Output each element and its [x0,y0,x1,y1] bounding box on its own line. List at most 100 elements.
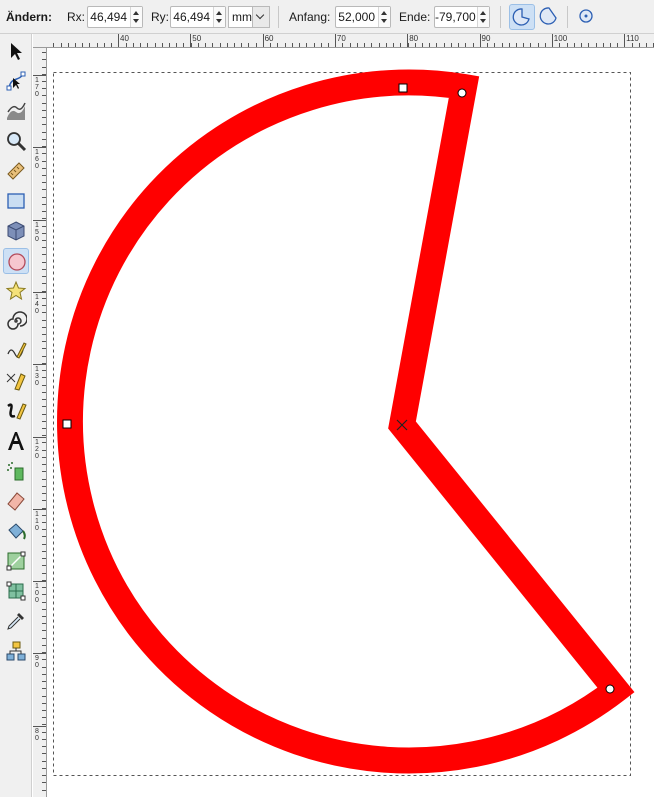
ruler-minor-tick [42,80,46,82]
ruler-minor-tick [42,95,46,97]
ruler-minor-tick [42,174,46,176]
ruler-minor-tick [60,43,62,47]
ruler-minor-tick [523,43,525,47]
mesh-tool[interactable] [3,578,29,604]
ry-handle[interactable] [398,83,408,93]
eraser-tool[interactable] [3,488,29,514]
separator [278,6,279,28]
arc-button[interactable] [537,4,563,30]
start-handle[interactable] [457,88,467,98]
ruler-minor-tick [487,43,488,47]
tweak-tool[interactable] [3,98,29,124]
vertical-ruler[interactable]: 170 160 150 140 130 120 110 100 90 80 [33,48,47,797]
ellipse-tool[interactable] [3,248,29,274]
ruler-minor-tick [42,391,46,393]
pencil-tool[interactable] [3,338,29,364]
start-value[interactable]: 52,000 [336,10,378,24]
paint-bucket-tool[interactable] [3,518,29,544]
ry-spinbox[interactable]: 46,494 [170,6,226,28]
slice-button[interactable] [509,4,535,30]
ruler-minor-tick [414,43,416,47]
ruler-minor-tick [42,493,46,494]
3d-box-tool[interactable] [3,218,29,244]
end-stepper[interactable] [477,7,489,27]
ruler-minor-tick [544,43,546,47]
ruler-minor-tick [516,43,517,47]
ruler-minor-tick [42,428,46,429]
spiral-tool[interactable] [3,308,29,334]
ruler-minor-tick [429,43,431,47]
ruler-minor-tick [42,724,46,726]
ruler-minor-tick [176,43,178,47]
dropper-tool[interactable] [3,608,29,634]
paint-bucket-tool-icon [8,523,26,540]
ruler-minor-tick [42,312,46,314]
ruler-minor-tick [42,536,46,538]
gradient-tool-icon [6,551,26,571]
unit-select[interactable]: mm [228,6,270,28]
ry-stepper[interactable] [213,7,225,27]
star-tool[interactable] [3,278,29,304]
rx-spinbox[interactable]: 46,494 [87,6,143,28]
3d-box-tool-icon [7,221,25,241]
ruler-label: 50 [192,34,202,43]
spiral-tool-icon [7,311,27,330]
ruler-major-tick [33,147,46,149]
ruler-minor-tick [42,666,46,668]
ruler-minor-tick [501,43,503,47]
text-tool[interactable] [3,428,29,454]
ruler-label: 170 [35,77,39,98]
ruler-major-tick [33,725,46,727]
ruler-minor-tick [42,644,46,646]
ruler-minor-tick [42,485,46,487]
measure-tool[interactable] [3,158,29,184]
connector-tool-icon [6,641,26,661]
ruler-minor-tick [42,753,46,755]
gradient-tool[interactable] [3,548,29,574]
ruler-label: 90 [481,34,491,43]
end-value[interactable]: -79,700 [435,10,477,24]
pie-slice-shape[interactable] [57,69,635,774]
ruler-minor-tick [42,652,46,654]
page-border [53,72,631,776]
connector-tool[interactable] [3,638,29,664]
calligraphy-tool[interactable] [3,398,29,424]
ruler-minor-tick [566,43,568,47]
rx-label: Rx: [67,10,85,24]
start-spinbox[interactable]: 52,000 [335,6,391,28]
ruler-minor-tick [393,43,394,47]
measure-tool-icon [7,162,25,180]
ruler-minor-tick [617,43,619,47]
selector-tool[interactable] [3,38,29,64]
rectangle-tool[interactable] [3,188,29,214]
node-tool[interactable] [3,68,29,94]
ruler-label: 80 [35,727,39,742]
ruler-minor-tick [42,218,46,220]
ruler-minor-tick [364,43,366,47]
spray-tool[interactable] [3,458,29,484]
ruler-minor-tick [313,43,315,47]
ruler-minor-tick [42,637,46,639]
ruler-minor-tick [42,587,46,588]
ry-value[interactable]: 46,494 [171,10,213,24]
start-stepper[interactable] [378,7,390,27]
tool-controls-bar: Ändern: Rx: 46,494 Ry: 46,494 mm Anfang:… [0,0,654,34]
pen-tool[interactable] [3,368,29,394]
rx-handle[interactable] [62,419,72,429]
end-spinbox[interactable]: -79,700 [434,6,490,28]
end-handle[interactable] [605,684,615,694]
ruler-minor-tick [378,43,380,47]
horizontal-ruler[interactable]: 40 50 60 70 80 90 100 110 [50,34,654,48]
zoom-tool[interactable] [3,128,29,154]
drawing-canvas[interactable] [48,48,654,797]
rx-value[interactable]: 46,494 [88,10,130,24]
whole-ellipse-button[interactable] [574,4,600,30]
ruler-minor-tick [42,529,46,531]
ruler-minor-tick [42,59,46,61]
pen-tool-icon [6,373,26,391]
ruler-minor-tick [42,102,46,104]
ruler-minor-tick [458,43,460,47]
chevron-down-icon[interactable] [252,7,269,27]
rx-stepper[interactable] [130,7,142,27]
ruler-minor-tick [132,43,134,47]
